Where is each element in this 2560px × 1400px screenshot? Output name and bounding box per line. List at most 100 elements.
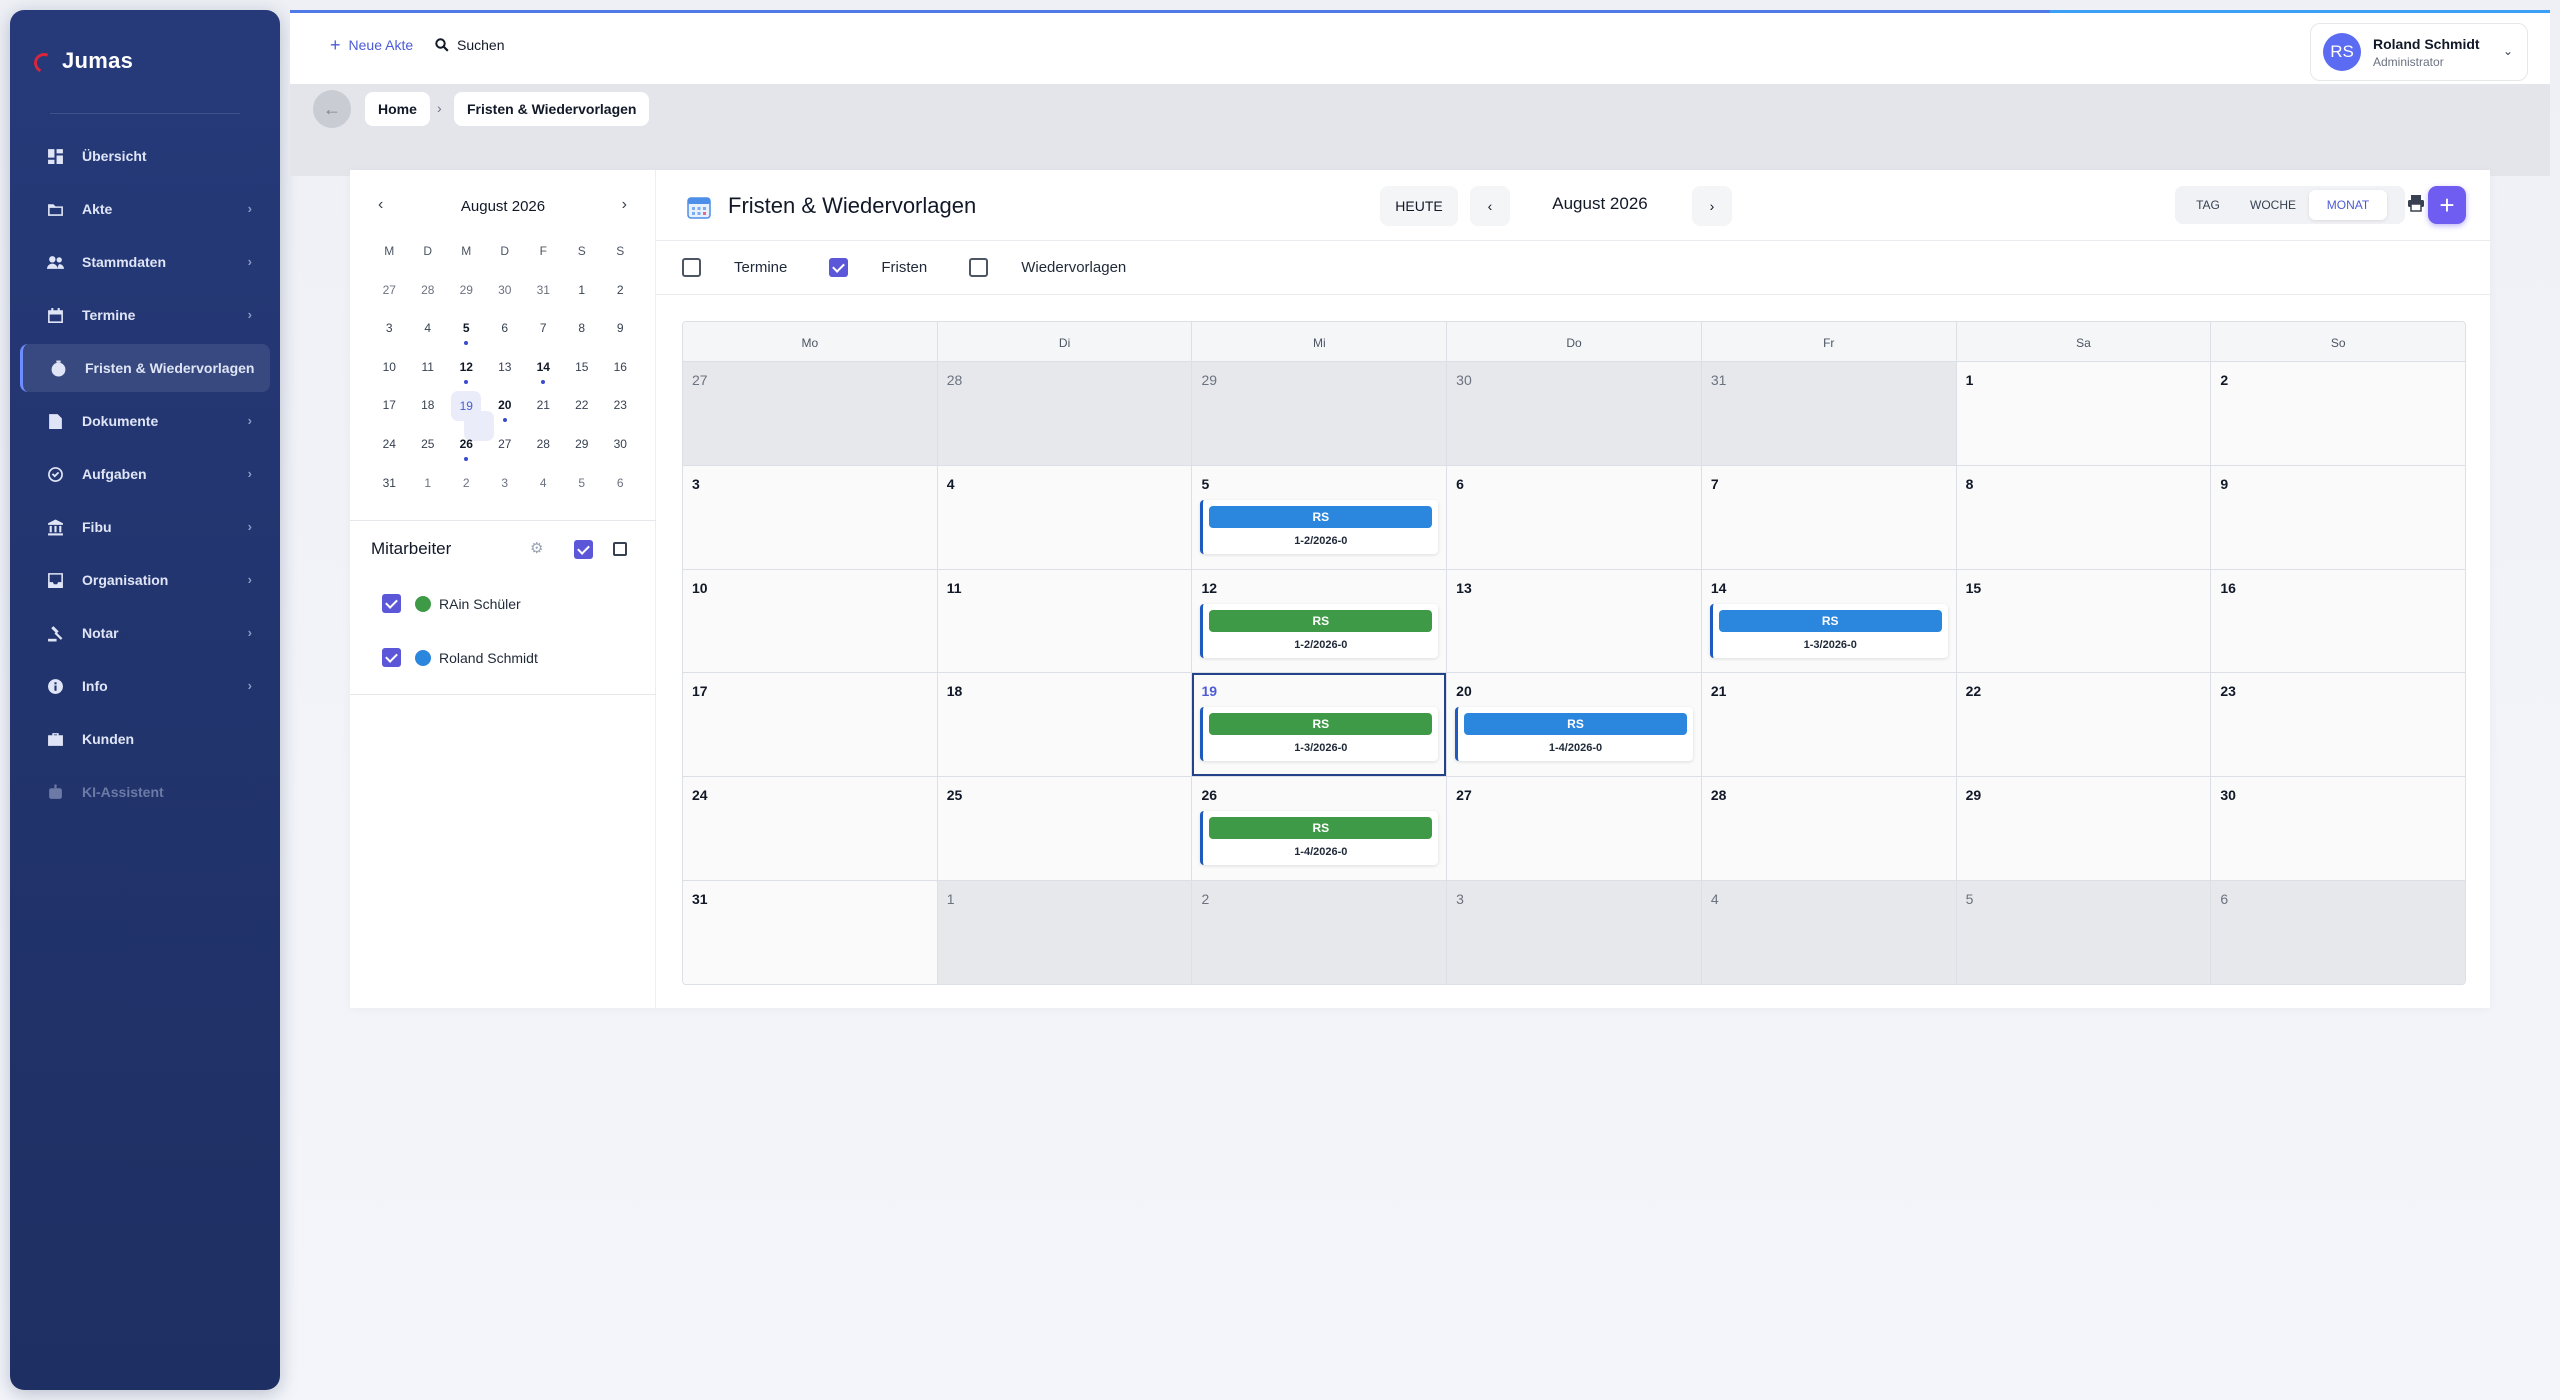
day-cell[interactable]: 6 [2211, 880, 2465, 984]
new-akte-button[interactable]: + Neue Akte [330, 36, 413, 54]
prev-month-button[interactable]: ‹ [1470, 186, 1510, 226]
mini-day[interactable]: 7 [524, 317, 563, 356]
day-cell[interactable]: 27 [1447, 777, 1702, 880]
mini-day[interactable]: 1 [409, 472, 448, 511]
sidebar-item-fibu[interactable]: Fibu › [20, 503, 270, 551]
mini-day[interactable]: 30 [486, 279, 525, 318]
filter-termine-label[interactable]: Termine [734, 259, 787, 276]
day-cell[interactable]: 30 [2211, 777, 2465, 880]
mini-next-month-button[interactable]: › [622, 196, 627, 214]
select-all-checkbox[interactable] [574, 540, 593, 559]
filter-fristen-checkbox[interactable] [829, 258, 849, 277]
add-entry-button[interactable]: + [2428, 186, 2466, 224]
mini-day[interactable]: 6 [486, 317, 525, 356]
mini-day[interactable]: 23 [601, 394, 640, 433]
mini-day[interactable]: 28 [409, 279, 448, 318]
day-cell[interactable]: 30 [1447, 362, 1702, 465]
mini-day[interactable]: 2 [447, 472, 486, 511]
gear-icon[interactable]: ⚙ [530, 539, 543, 557]
day-cell[interactable]: 21 [1701, 673, 1957, 777]
mini-day[interactable]: 25 [409, 433, 448, 472]
day-cell[interactable]: 14 RS 1-3/2026-0 [1701, 569, 1957, 673]
day-cell[interactable]: 29 [1192, 362, 1448, 465]
day-cell[interactable]: 26 RS 1-4/2026-0 [1192, 777, 1448, 880]
view-woche-button[interactable]: WOCHE [2237, 190, 2309, 220]
mitarbeiter-item[interactable]: RAin Schüler [382, 594, 521, 613]
mini-day[interactable]: 30 [601, 433, 640, 472]
day-cell[interactable]: 10 [683, 569, 938, 673]
mini-day[interactable]: 11 [409, 356, 448, 395]
event-card[interactable]: RS 1-4/2026-0 [1455, 707, 1693, 762]
event-card[interactable]: RS 1-2/2026-0 [1200, 603, 1439, 658]
mini-day[interactable]: 17 [370, 394, 409, 433]
mini-day[interactable]: 6 [601, 472, 640, 511]
mini-day[interactable]: 4 [409, 317, 448, 356]
day-cell[interactable]: 16 [2211, 569, 2465, 673]
day-cell[interactable]: 25 [937, 777, 1193, 880]
mini-day[interactable]: 29 [563, 433, 602, 472]
day-cell[interactable]: 17 [683, 673, 938, 777]
day-cell[interactable]: 28 [1701, 777, 1957, 880]
mini-day[interactable]: 15 [563, 356, 602, 395]
sidebar-item-aufgaben[interactable]: Aufgaben › [20, 450, 270, 498]
mini-day[interactable]: 9 [601, 317, 640, 356]
day-cell[interactable]: 7 [1701, 465, 1957, 569]
mini-day[interactable]: 29 [447, 279, 486, 318]
day-cell[interactable]: 31 [1701, 362, 1957, 465]
day-cell[interactable]: 29 [1956, 777, 2212, 880]
sidebar-item-info[interactable]: Info › [20, 662, 270, 710]
mini-day[interactable]: 27 [486, 433, 525, 472]
day-cell[interactable]: 1 [937, 880, 1193, 984]
day-cell[interactable]: 3 [1447, 880, 1702, 984]
event-card[interactable]: RS 1-4/2026-0 [1200, 811, 1439, 866]
mini-day[interactable]: 21 [524, 394, 563, 433]
day-cell[interactable]: 28 [937, 362, 1193, 465]
mini-day[interactable]: 3 [486, 472, 525, 511]
day-cell[interactable]: 11 [937, 569, 1193, 673]
mini-day[interactable]: 2 [601, 279, 640, 318]
mini-day[interactable]: 24 [370, 433, 409, 472]
print-icon[interactable] [2407, 194, 2425, 212]
day-cell[interactable]: 9 [2211, 465, 2465, 569]
mini-day[interactable]: 27 [370, 279, 409, 318]
mitarbeiter-item[interactable]: Roland Schmidt [382, 648, 538, 667]
filter-wiedervorlagen-checkbox[interactable] [969, 258, 989, 277]
mini-day[interactable]: 20 [486, 394, 525, 433]
mini-day[interactable]: 18 [409, 394, 448, 433]
day-cell[interactable]: 20 RS 1-4/2026-0 [1447, 673, 1702, 777]
day-cell[interactable]: 19 RS 1-3/2026-0 [1192, 673, 1448, 777]
mini-day[interactable]: 19 [447, 391, 495, 442]
sidebar-item-organisation[interactable]: Organisation › [20, 556, 270, 604]
event-card[interactable]: RS 1-3/2026-0 [1709, 603, 1948, 658]
day-cell[interactable]: 12 RS 1-2/2026-0 [1192, 569, 1448, 673]
mini-day[interactable]: 28 [524, 433, 563, 472]
day-cell[interactable]: 5 RS 1-2/2026-0 [1192, 465, 1448, 569]
day-cell[interactable]: 4 [937, 465, 1193, 569]
event-card[interactable]: RS 1-2/2026-0 [1200, 499, 1439, 554]
mitarbeiter-checkbox[interactable] [382, 648, 401, 667]
sidebar-item-akte[interactable]: Akte › [20, 185, 270, 233]
day-cell[interactable]: 15 [1956, 569, 2212, 673]
mini-day[interactable]: 8 [563, 317, 602, 356]
day-cell[interactable]: 4 [1701, 880, 1957, 984]
mini-day[interactable]: 26 [447, 433, 486, 472]
filter-wiedervorlagen-label[interactable]: Wiedervorlagen [1021, 259, 1126, 276]
day-cell[interactable]: 5 [1956, 880, 2212, 984]
mini-day[interactable]: 16 [601, 356, 640, 395]
mini-day[interactable]: 14 [524, 356, 563, 395]
mini-day[interactable]: 5 [563, 472, 602, 511]
day-cell[interactable]: 2 [1192, 880, 1448, 984]
mini-day[interactable]: 12 [447, 356, 486, 395]
day-cell[interactable]: 8 [1956, 465, 2212, 569]
mini-day[interactable]: 3 [370, 317, 409, 356]
mini-day[interactable]: 5 [447, 317, 486, 356]
day-cell[interactable]: 24 [683, 777, 938, 880]
mini-day[interactable]: 4 [524, 472, 563, 511]
day-cell[interactable]: 31 [683, 880, 938, 984]
app-logo[interactable]: Jumas [32, 48, 133, 74]
breadcrumb-home[interactable]: Home [365, 92, 430, 126]
day-cell[interactable]: 22 [1956, 673, 2212, 777]
sidebar-item-termine[interactable]: Termine › [20, 291, 270, 339]
select-none-checkbox[interactable] [613, 542, 627, 556]
mini-day[interactable]: 31 [370, 472, 409, 511]
